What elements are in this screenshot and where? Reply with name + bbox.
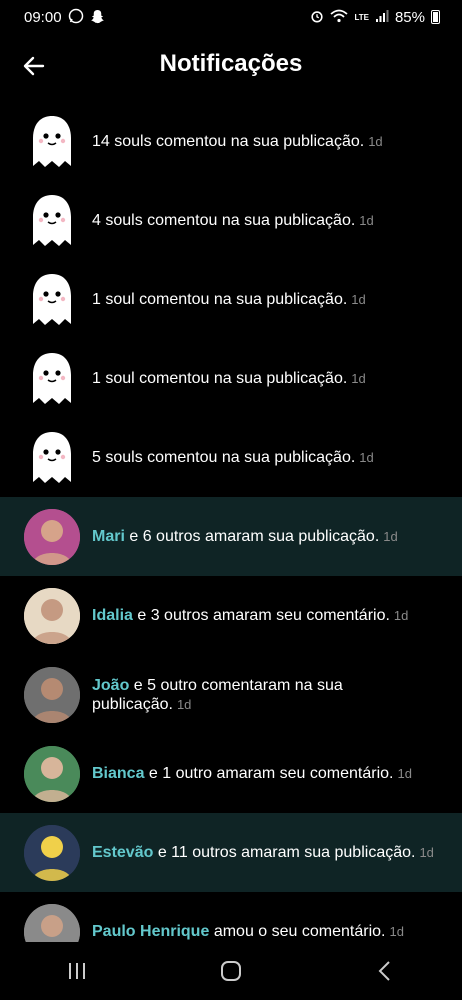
timestamp: 1d — [368, 134, 383, 149]
notification-item[interactable]: Estevão e 11 outros amaram sua publicaçã… — [0, 813, 462, 892]
user-name[interactable]: Bianca — [92, 765, 144, 782]
notification-text: 5 souls comentou na sua publicação. 1d — [92, 448, 442, 467]
notification-text: 1 soul comentou na sua publicação. 1d — [92, 369, 442, 388]
notification-message: 1 soul comentou na sua publicação. — [92, 291, 348, 308]
timestamp: 1d — [351, 292, 366, 307]
user-name[interactable]: Estevão — [92, 844, 153, 861]
ghost-icon — [24, 114, 80, 170]
notification-text: Estevão e 11 outros amaram sua publicaçã… — [92, 843, 442, 862]
notification-message: e 6 outros amaram sua publicação. — [129, 528, 380, 545]
notification-item[interactable]: Bianca e 1 outro amaram seu comentário. 1… — [0, 734, 462, 813]
ghost-icon — [24, 430, 80, 486]
notification-message: e 3 outros amaram seu comentário. — [137, 607, 390, 624]
chevron-left-icon — [378, 961, 390, 981]
page-title: Notificações — [159, 50, 303, 77]
timestamp: 1d — [393, 608, 409, 623]
notification-text: Paulo Henrique amou o seu comentário. 1d — [92, 922, 442, 941]
notification-text: 1 soul comentou na sua publicação. 1d — [92, 290, 442, 309]
user-name[interactable]: Idalia — [92, 607, 133, 624]
user-name[interactable]: Mari — [92, 528, 125, 545]
notification-message: e 5 outro comentaram na sua publicação. — [92, 676, 343, 713]
timestamp: 1d — [176, 696, 192, 712]
notification-list: 14 souls comentou na sua publicação. 1d 4 … — [0, 102, 462, 971]
home-button[interactable] — [211, 951, 251, 991]
notification-message: e 1 outro amaram seu comentário. — [148, 765, 394, 782]
user-name[interactable]: Paulo Henrique — [92, 923, 209, 940]
wifi-icon — [330, 9, 349, 25]
user-name[interactable]: João — [92, 677, 129, 694]
home-icon — [221, 961, 241, 981]
ghost-icon — [24, 272, 80, 328]
notification-item[interactable]: 4 souls comentou na sua publicação. 1d — [0, 181, 462, 260]
notification-text: Mari e 6 outros amaram sua publicação. 1d — [92, 527, 442, 546]
timestamp: 1d — [419, 845, 434, 860]
notification-message: e 11 outros amaram sua publicação. — [157, 844, 416, 861]
timestamp: 1d — [351, 371, 366, 386]
notification-text: Idalia e 3 outros amaram seu comentário.… — [92, 606, 442, 625]
nav-back-button[interactable] — [365, 951, 405, 991]
ghost-icon — [24, 193, 80, 249]
ghost-icon — [24, 351, 80, 407]
avatar[interactable] — [24, 508, 80, 565]
status-right: LTE 85% — [310, 9, 440, 26]
notification-item[interactable]: 14 souls comentou na sua publicação. 1d — [0, 102, 462, 181]
notification-text: João e 5 outro comentaram na sua publica… — [92, 676, 442, 714]
notification-message: amou o seu comentário. — [213, 923, 386, 940]
notification-item[interactable]: 1 soul comentou na sua publicação. 1d — [0, 260, 462, 339]
status-time: 09:00 — [24, 8, 62, 26]
network-label: LTE — [354, 12, 369, 22]
notification-item[interactable]: Idalia e 3 outros amaram seu comentário.… — [0, 576, 462, 655]
app-header: Notificações — [0, 40, 462, 92]
notification-item[interactable]: João e 5 outro comentaram na sua publica… — [0, 655, 462, 734]
notification-text: 14 souls comentou na sua publicação. 1d — [92, 132, 442, 151]
notification-message: 1 soul comentou na sua publicação. — [92, 370, 348, 387]
recents-button[interactable] — [57, 951, 97, 991]
status-left: 09:00 — [24, 8, 105, 26]
battery-percent: 85% — [394, 8, 425, 26]
notification-message: 14 souls comentou na sua publicação. — [92, 133, 365, 150]
signal-icon — [375, 9, 389, 25]
recents-icon — [69, 963, 85, 979]
whatsapp-icon — [68, 8, 84, 26]
timestamp: 1d — [359, 213, 374, 228]
avatar[interactable] — [24, 666, 80, 723]
snapchat-icon — [90, 9, 105, 26]
timestamp: 1d — [389, 924, 404, 939]
timestamp: 1d — [359, 450, 374, 465]
avatar[interactable] — [24, 824, 80, 881]
battery-icon — [431, 10, 440, 24]
notification-item[interactable]: Mari e 6 outros amaram sua publicação. 1d — [0, 497, 462, 576]
avatar[interactable] — [24, 745, 80, 802]
avatar[interactable] — [24, 587, 80, 644]
notification-text: Bianca e 1 outro amaram seu comentário. 1… — [92, 764, 442, 783]
alarm-icon — [310, 9, 324, 25]
timestamp: 1d — [383, 529, 398, 544]
notification-message: 4 souls comentou na sua publicação. — [92, 212, 356, 229]
notification-item[interactable]: 1 soul comentou na sua publicação. 1d — [0, 339, 462, 418]
notification-item[interactable]: 5 souls comentou na sua publicação. 1d — [0, 418, 462, 497]
notification-message: 5 souls comentou na sua publicação. — [92, 449, 356, 466]
status-bar: 09:00 LTE 85% — [0, 0, 462, 34]
system-nav-bar — [0, 942, 462, 1000]
notification-text: 4 souls comentou na sua publicação. 1d — [92, 211, 442, 230]
timestamp: 1d — [397, 766, 412, 781]
